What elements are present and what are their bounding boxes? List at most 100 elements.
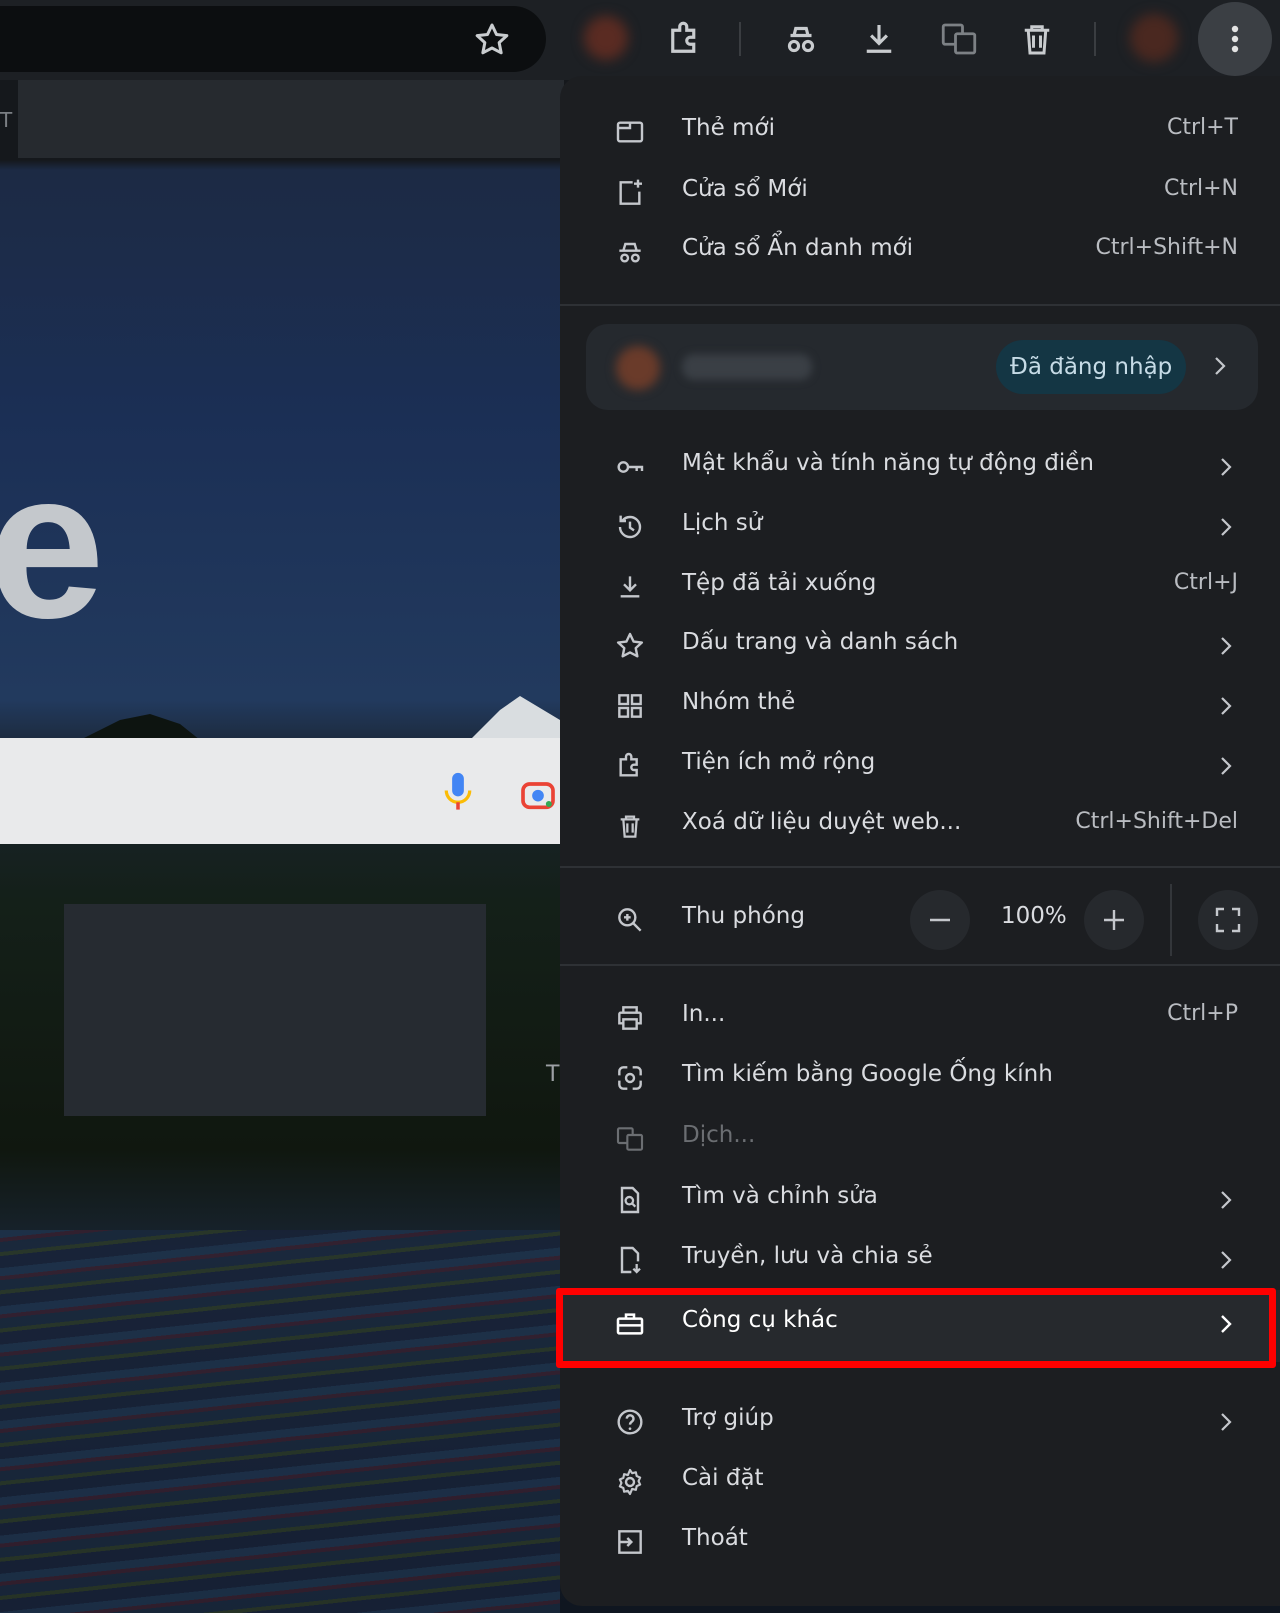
mountain-silhouette <box>0 690 560 740</box>
menu-item-downloads[interactable]: Tệp đã tải xuống Ctrl+J <box>560 557 1280 617</box>
menu-item-translate[interactable]: Dịch... <box>560 1109 1280 1169</box>
bookmarks-bar <box>18 80 564 158</box>
menu-item-label: Mật khẩu và tính năng tự động điền <box>682 450 1094 476</box>
extensions-puzzle-icon[interactable] <box>664 18 706 60</box>
translate-icon <box>614 1123 646 1155</box>
chevron-right-icon <box>1216 1248 1236 1272</box>
menu-separator <box>560 964 1280 966</box>
profile-avatar-icon[interactable] <box>1130 14 1178 62</box>
menu-item-label: Thẻ mới <box>682 115 775 141</box>
menu-item-label: Tiện ích mở rộng <box>682 749 876 775</box>
exit-icon <box>614 1526 646 1558</box>
chevron-right-icon <box>1216 634 1236 658</box>
new-tab-icon <box>614 116 646 148</box>
zoom-out-button[interactable] <box>910 890 970 950</box>
fullscreen-button[interactable] <box>1198 890 1258 950</box>
menu-item-label: Thu phóng <box>682 903 805 929</box>
chevron-right-icon <box>1216 1188 1236 1212</box>
google-lens-icon[interactable] <box>518 774 558 814</box>
incognito-icon <box>614 236 646 268</box>
menu-item-label: Tìm kiếm bằng Google Ống kính <box>682 1061 1053 1087</box>
menu-item-label: Tìm và chỉnh sửa <box>682 1183 878 1209</box>
menu-item-google-lens[interactable]: Tìm kiếm bằng Google Ống kính <box>560 1048 1280 1108</box>
menu-item-shortcut: Ctrl+T <box>1166 115 1238 140</box>
menu-item-cast-save-share[interactable]: Truyền, lưu và chia sẻ <box>560 1230 1280 1290</box>
menu-item-bookmarks[interactable]: Dấu trang và danh sách <box>560 616 1280 676</box>
chrome-main-menu: Thẻ mới Ctrl+T Cửa sổ Mới Ctrl+N Cửa sổ … <box>560 76 1280 1606</box>
chevron-right-icon <box>1216 754 1236 778</box>
chevron-right-icon <box>1216 515 1236 539</box>
microphone-icon[interactable] <box>440 770 476 814</box>
menu-item-print[interactable]: In... Ctrl+P <box>560 988 1280 1048</box>
lake-boats-background <box>0 1230 560 1613</box>
trash-icon <box>614 810 646 842</box>
menu-item-extensions[interactable]: Tiện ích mở rộng <box>560 736 1280 796</box>
zoom-in-button[interactable] <box>1084 890 1144 950</box>
new-window-icon <box>614 177 646 209</box>
trash-toolbar-icon[interactable] <box>1016 18 1058 60</box>
cast-save-icon <box>614 1244 646 1276</box>
menu-item-find-edit[interactable]: Tìm và chỉnh sửa <box>560 1170 1280 1230</box>
menu-item-label: Trợ giúp <box>682 1405 774 1431</box>
menu-item-help[interactable]: Trợ giúp <box>560 1392 1280 1452</box>
menu-item-shortcut: Ctrl+P <box>1167 1001 1238 1026</box>
zoom-level: 100% <box>1001 903 1067 929</box>
menu-item-new-tab[interactable]: Thẻ mới Ctrl+T <box>560 102 1280 162</box>
menu-item-exit[interactable]: Thoát <box>560 1512 1280 1572</box>
translate-toolbar-icon[interactable] <box>938 18 980 60</box>
menu-item-label: Cài đặt <box>682 1465 764 1491</box>
key-icon <box>614 451 646 483</box>
menu-item-incognito[interactable]: Cửa sổ Ẩn danh mới Ctrl+Shift+N <box>560 222 1280 282</box>
grid-icon <box>614 690 646 722</box>
toolbar-separator <box>739 22 741 56</box>
chrome-menu-button[interactable] <box>1198 2 1272 76</box>
menu-item-label: Dấu trang và danh sách <box>682 629 959 655</box>
bookmark-fragment: T <box>0 108 13 132</box>
blurred-extension-icon[interactable] <box>584 16 628 60</box>
puzzle-icon <box>614 750 646 782</box>
highlight-annotation-box <box>556 1288 1276 1368</box>
menu-item-shortcut: Ctrl+Shift+Del <box>1075 809 1238 834</box>
google-logo-fragment: e <box>0 427 105 662</box>
bookmark-star-icon[interactable] <box>472 20 512 60</box>
menu-item-label: In... <box>682 1001 726 1027</box>
menu-item-tab-groups[interactable]: Nhóm thẻ <box>560 676 1280 736</box>
profile-row[interactable]: Đã đăng nhập <box>586 324 1258 410</box>
download-toolbar-icon[interactable] <box>858 18 900 60</box>
menu-item-clear-browsing-data[interactable]: Xoá dữ liệu duyệt web... Ctrl+Shift+Del <box>560 796 1280 856</box>
incognito-toolbar-icon[interactable] <box>780 18 822 60</box>
menu-item-settings[interactable]: Cài đặt <box>560 1452 1280 1512</box>
signed-in-badge: Đã đăng nhập <box>996 340 1187 394</box>
search-box[interactable] <box>0 738 560 844</box>
background-text-fragment: T <box>546 1062 560 1087</box>
profile-name-redacted <box>682 354 812 380</box>
address-bar[interactable] <box>0 6 546 72</box>
menu-item-new-window[interactable]: Cửa sổ Mới Ctrl+N <box>560 163 1280 223</box>
menu-separator <box>560 304 1280 306</box>
menu-item-passwords[interactable]: Mật khẩu và tính năng tự động điền <box>560 437 1280 497</box>
chevron-right-icon <box>1216 455 1236 479</box>
menu-item-label: Cửa sổ Ẩn danh mới <box>682 235 914 261</box>
menu-item-label: Thoát <box>682 1525 748 1551</box>
menu-separator <box>560 866 1280 868</box>
avatar <box>616 346 660 390</box>
menu-item-label: Dịch... <box>682 1122 756 1148</box>
chevron-right-icon <box>1210 354 1230 378</box>
menu-item-label: Lịch sử <box>682 510 763 536</box>
menu-item-history[interactable]: Lịch sử <box>560 497 1280 557</box>
history-icon <box>614 511 646 543</box>
lens-icon <box>614 1062 646 1094</box>
print-icon <box>614 1002 646 1034</box>
download-icon <box>614 571 646 603</box>
menu-item-label: Nhóm thẻ <box>682 689 796 715</box>
chevron-right-icon <box>1216 694 1236 718</box>
menu-item-label: Xoá dữ liệu duyệt web... <box>682 809 962 835</box>
menu-item-label: Cửa sổ Mới <box>682 176 808 202</box>
shortcut-tiles-placeholder <box>64 904 486 1116</box>
chevron-right-icon <box>1216 1410 1236 1434</box>
toolbar-separator <box>1094 22 1096 56</box>
help-icon <box>614 1406 646 1438</box>
zoom-separator <box>1170 884 1172 956</box>
star-icon <box>614 630 646 662</box>
menu-item-shortcut: Ctrl+Shift+N <box>1095 235 1238 260</box>
